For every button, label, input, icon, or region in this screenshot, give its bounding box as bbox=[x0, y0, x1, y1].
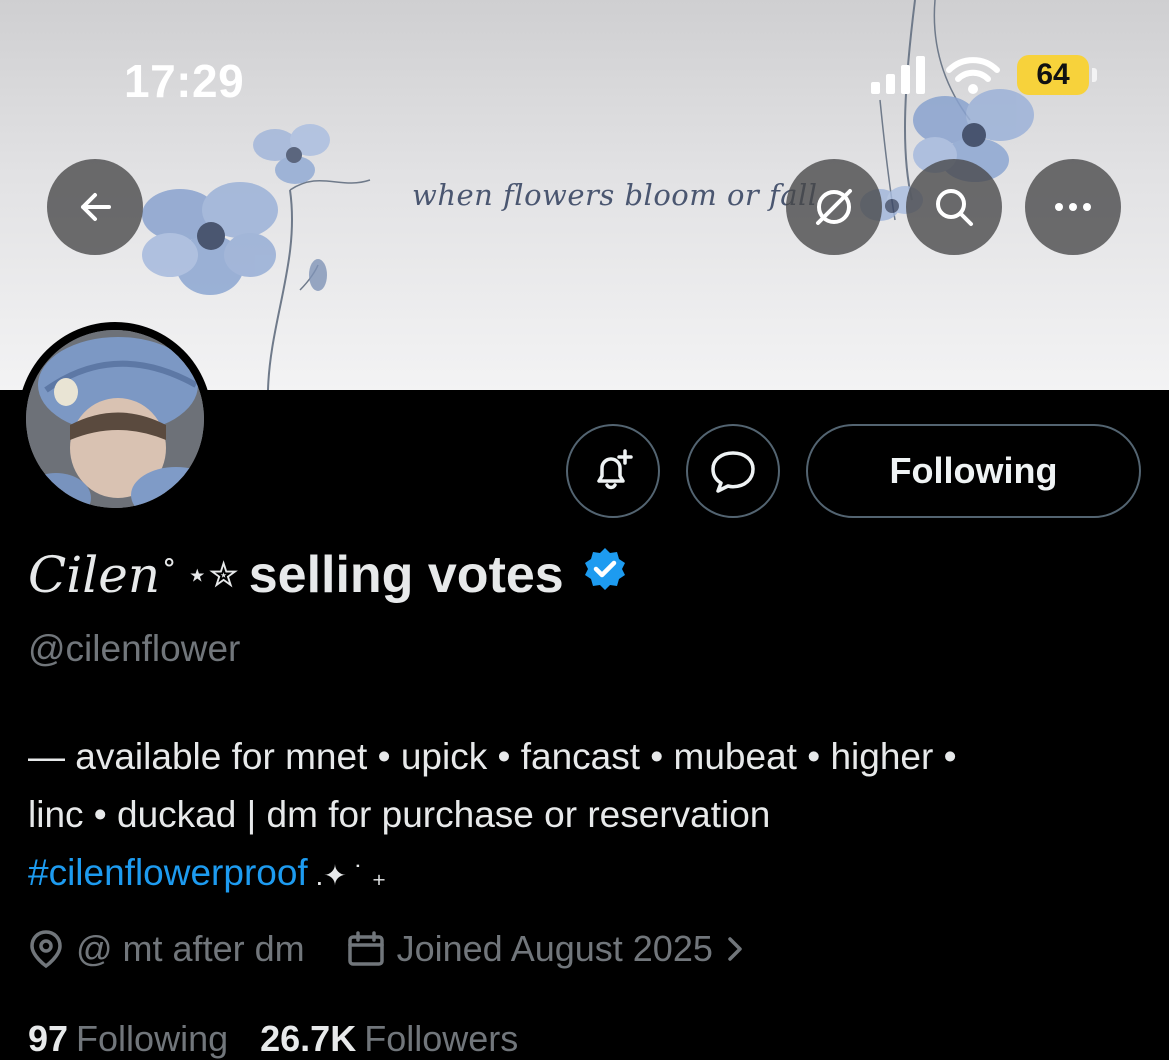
profile-banner[interactable]: 17:29 64 when flowers bloom or fall bbox=[0, 0, 1169, 390]
location-pin-icon bbox=[30, 930, 62, 969]
search-icon bbox=[936, 189, 973, 226]
more-icon bbox=[1055, 203, 1091, 211]
chat-bubble-icon bbox=[711, 451, 755, 493]
display-name-stars: ˚ ⋆✮ bbox=[164, 554, 239, 595]
message-button[interactable] bbox=[686, 424, 780, 518]
following-count: 97 bbox=[28, 1018, 69, 1059]
status-time: 17:29 bbox=[124, 55, 245, 107]
signal-icon bbox=[871, 56, 925, 94]
followers-count: 26.7K bbox=[260, 1018, 357, 1059]
avatar[interactable] bbox=[18, 322, 212, 516]
joined-text: Joined August 2025 bbox=[396, 928, 713, 969]
bio-line-2: linc • duckad | dm for purchase or reser… bbox=[28, 794, 771, 835]
verified-badge-icon[interactable] bbox=[582, 545, 628, 605]
search-button[interactable] bbox=[906, 159, 1002, 255]
banner-tagline: when flowers bloom or fall bbox=[412, 178, 818, 212]
notifications-button[interactable] bbox=[566, 424, 660, 518]
chevron-right-icon bbox=[728, 937, 742, 961]
profile-meta: @ mt after dm Joined August 2025 bbox=[28, 928, 745, 970]
bio: — available for mnet • upick • fancast •… bbox=[28, 728, 1148, 905]
wifi-icon bbox=[946, 57, 1000, 94]
bell-plus-icon bbox=[597, 449, 633, 490]
handle: @cilenflower bbox=[28, 628, 241, 669]
bio-line-1: — available for mnet • upick • fancast •… bbox=[28, 736, 957, 777]
follow-counts: 97 Following 26.7K Followers bbox=[28, 1018, 518, 1060]
battery-indicator: 64 bbox=[1017, 55, 1097, 95]
bio-sparkles: .✦ ˙ ₊ bbox=[307, 860, 387, 891]
display-name-main: selling votes bbox=[248, 546, 564, 604]
bio-hashtag-link[interactable]: #cilenflowerproof bbox=[28, 852, 308, 893]
more-button[interactable] bbox=[1025, 159, 1121, 255]
grok-button[interactable] bbox=[786, 159, 882, 255]
back-icon bbox=[81, 193, 111, 221]
status-indicators: 64 bbox=[871, 54, 1097, 96]
display-name: Cilen ˚ ⋆✮ selling votes bbox=[28, 545, 628, 605]
grok-icon bbox=[816, 189, 852, 225]
following-button[interactable]: Following bbox=[806, 424, 1141, 518]
avatar-image bbox=[26, 330, 204, 508]
following-label: Following bbox=[76, 1018, 229, 1059]
joined-date[interactable]: Joined August 2025 bbox=[347, 928, 745, 970]
followers-count-link[interactable]: 26.7K Followers bbox=[260, 1018, 518, 1060]
location: @ mt after dm bbox=[28, 928, 305, 970]
back-button[interactable] bbox=[47, 159, 143, 255]
verified-icon bbox=[584, 548, 625, 590]
calendar-icon bbox=[347, 931, 384, 966]
following-count-link[interactable]: 97 Following bbox=[28, 1018, 228, 1060]
bio-line-3: #cilenflowerproof .✦ ˙ ₊ bbox=[28, 844, 1148, 905]
display-name-deco: Cilen bbox=[28, 546, 161, 604]
followers-label: Followers bbox=[364, 1018, 519, 1059]
location-text: @ mt after dm bbox=[76, 928, 305, 969]
